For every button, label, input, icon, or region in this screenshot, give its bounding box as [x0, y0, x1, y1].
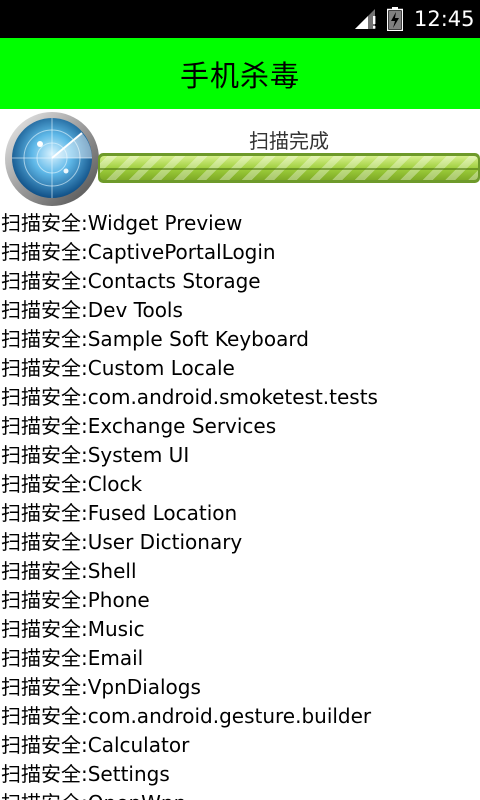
list-item: 扫描安全:Shell	[1, 559, 137, 583]
list-item: 扫描安全:OpenWnn	[0, 789, 480, 800]
list-item: 扫描安全:Custom Locale	[1, 356, 235, 380]
list-item: 扫描安全:com.android.smoketest.tests	[1, 385, 378, 409]
radar-icon	[5, 112, 99, 206]
signal-icon	[355, 9, 376, 29]
title-bar: 手机杀毒	[0, 38, 480, 109]
list-item: 扫描安全:Sample Soft Keyboard	[1, 327, 309, 351]
list-item: 扫描安全:Clock	[1, 472, 143, 496]
status-bar: 12:45	[0, 0, 480, 38]
list-item: 扫描安全:Widget Preview	[1, 211, 243, 235]
scan-progress-bar	[98, 153, 480, 183]
list-item: 扫描安全:VpnDialogs	[1, 675, 201, 699]
list-item: 扫描安全:Dev Tools	[1, 298, 183, 322]
list-item: 扫描安全:User Dictionary	[1, 530, 243, 554]
list-item: 扫描安全:Phone	[1, 588, 150, 612]
scan-result-list: 扫描安全:Widget Preview 扫描安全:CaptivePortalLog…	[0, 209, 480, 800]
list-item: 扫描安全:CaptivePortalLogin	[1, 240, 276, 264]
battery-icon	[387, 7, 403, 31]
scan-progress-fill	[100, 156, 478, 180]
list-item: 扫描安全:Email	[1, 646, 144, 670]
list-item: 扫描安全:Fused Location	[1, 501, 238, 525]
list-item: 扫描安全:com.android.gesture.builder	[1, 704, 372, 728]
list-item: 扫描安全:Exchange Services	[1, 414, 277, 438]
list-item: 扫描安全:Music	[1, 617, 145, 641]
list-item: 扫描安全:System UI	[1, 443, 190, 467]
list-item: 扫描安全:Settings	[1, 762, 170, 786]
scan-status-text: 扫描完成	[249, 129, 329, 153]
page-title: 手机杀毒	[179, 58, 300, 93]
list-item: 扫描安全:Contacts Storage	[1, 269, 261, 293]
list-item: 扫描安全:Calculator	[1, 733, 190, 757]
clock-time: 12:45	[414, 7, 475, 31]
scan-header: 扫描完成	[0, 109, 480, 209]
